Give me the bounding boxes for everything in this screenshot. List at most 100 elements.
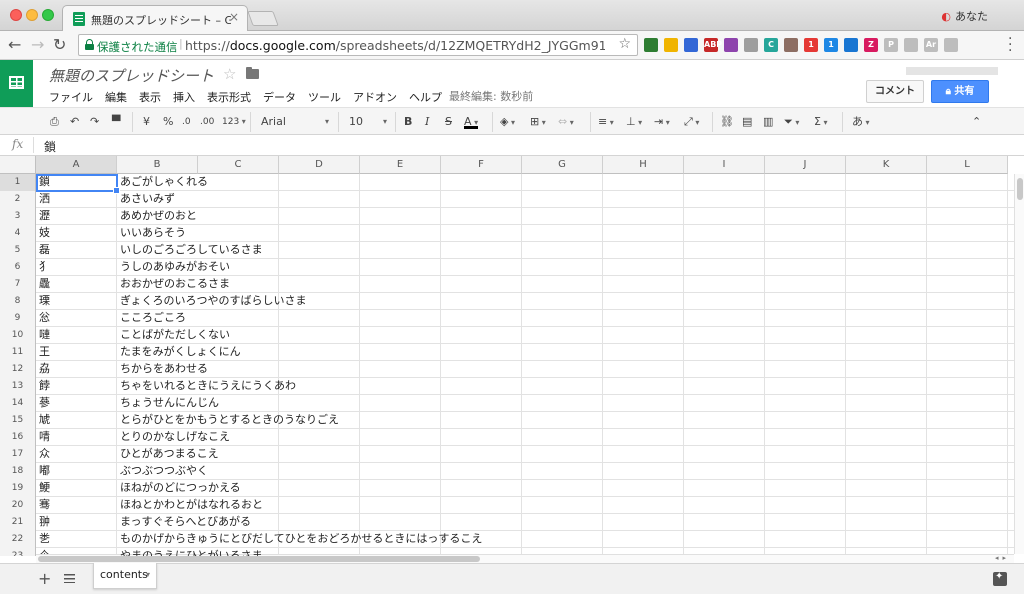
star-document-icon[interactable]: ☆	[223, 65, 236, 83]
cell-b11[interactable]: たまをみがくしょくにん	[117, 344, 241, 361]
cell-e15[interactable]	[360, 412, 441, 429]
extension-c-icon[interactable]: C	[764, 38, 778, 52]
cell-g16[interactable]	[522, 429, 603, 446]
font-family-dropdown[interactable]: Arial ▾	[261, 114, 331, 130]
cell-a13[interactable]: 餑	[36, 378, 117, 395]
column-header-f[interactable]: F	[441, 156, 522, 174]
sheets-home-icon[interactable]	[0, 60, 33, 107]
cell-f9[interactable]	[441, 310, 522, 327]
row-header[interactable]: 20	[0, 497, 36, 514]
comments-button[interactable]: コメント	[866, 80, 924, 103]
cell-i3[interactable]	[684, 208, 765, 225]
cell-e5[interactable]	[360, 242, 441, 259]
extension-ar-icon[interactable]: Ar	[924, 38, 938, 52]
paint-format-icon[interactable]: ▀	[112, 114, 120, 130]
cell-j22[interactable]	[765, 531, 846, 548]
cell-i11[interactable]	[684, 344, 765, 361]
cell-l16[interactable]	[927, 429, 1008, 446]
cell-b12[interactable]: ちからをあわせる	[117, 361, 208, 378]
cell-l5[interactable]	[927, 242, 1008, 259]
cell-l20[interactable]	[927, 497, 1008, 514]
input-tools-button[interactable]: あ	[852, 114, 870, 130]
cell-e20[interactable]	[360, 497, 441, 514]
cell-h17[interactable]	[603, 446, 684, 463]
cell-e9[interactable]	[360, 310, 441, 327]
row-header[interactable]: 6	[0, 259, 36, 276]
cell-a11[interactable]: 王	[36, 344, 117, 361]
cell-k12[interactable]	[846, 361, 927, 378]
cell-e21[interactable]	[360, 514, 441, 531]
cell-f21[interactable]	[441, 514, 522, 531]
extension-purple-icon[interactable]	[724, 38, 738, 52]
row-header[interactable]: 19	[0, 480, 36, 497]
cell-f4[interactable]	[441, 225, 522, 242]
cell-l19[interactable]	[927, 480, 1008, 497]
menu-item-4[interactable]: 表示形式	[207, 89, 251, 105]
cell-b18[interactable]: ぶつぶつつぶやく	[117, 463, 208, 480]
extension-box-icon[interactable]	[784, 38, 798, 52]
cell-h14[interactable]	[603, 395, 684, 412]
extension-globe-icon[interactable]	[844, 38, 858, 52]
cell-j18[interactable]	[765, 463, 846, 480]
cell-e14[interactable]	[360, 395, 441, 412]
back-arrow-icon[interactable]: ←	[8, 35, 21, 54]
cell-j10[interactable]	[765, 327, 846, 344]
cell-l10[interactable]	[927, 327, 1008, 344]
vertical-scroll-thumb[interactable]	[1017, 178, 1023, 200]
decrease-decimal-button[interactable]: .0	[182, 114, 191, 130]
text-wrapping-icon[interactable]: ⇥	[654, 114, 670, 130]
chevron-down-icon[interactable]: ▾	[146, 563, 150, 587]
cell-i20[interactable]	[684, 497, 765, 514]
tab-close-icon[interactable]: ×	[229, 10, 239, 24]
italic-button[interactable]: I	[425, 114, 429, 130]
cell-h9[interactable]	[603, 310, 684, 327]
increase-decimal-button[interactable]: .00	[200, 114, 214, 130]
browser-menu-icon[interactable]: · · ·	[1008, 32, 1014, 58]
cell-l7[interactable]	[927, 276, 1008, 293]
cell-a4[interactable]: 妓	[36, 225, 117, 242]
zoom-window-button[interactable]	[42, 9, 54, 21]
bold-button[interactable]: B	[404, 114, 412, 130]
menu-item-3[interactable]: 挿入	[173, 89, 195, 105]
undo-icon[interactable]: ↶	[70, 114, 79, 130]
text-rotation-icon[interactable]: ⤢	[684, 114, 699, 130]
cell-k17[interactable]	[846, 446, 927, 463]
cell-i12[interactable]	[684, 361, 765, 378]
row-header[interactable]: 11	[0, 344, 36, 361]
address-bar[interactable]: 保護された通信 | https://docs.google.com/spread…	[78, 34, 638, 56]
cell-l15[interactable]	[927, 412, 1008, 429]
cell-g6[interactable]	[522, 259, 603, 276]
forward-arrow-icon[interactable]: →	[31, 35, 44, 54]
cell-k4[interactable]	[846, 225, 927, 242]
more-formats-dropdown[interactable]: 123	[222, 114, 246, 130]
cell-c1[interactable]	[198, 174, 279, 191]
bookmark-star-icon[interactable]: ☆	[618, 36, 631, 52]
row-header[interactable]: 7	[0, 276, 36, 293]
cell-f1[interactable]	[441, 174, 522, 191]
cell-k6[interactable]	[846, 259, 927, 276]
cell-j6[interactable]	[765, 259, 846, 276]
horizontal-align-icon[interactable]: ≡	[598, 114, 614, 130]
cell-i17[interactable]	[684, 446, 765, 463]
menu-item-7[interactable]: アドオン	[353, 89, 397, 105]
cell-l14[interactable]	[927, 395, 1008, 412]
cell-i9[interactable]	[684, 310, 765, 327]
cell-b15[interactable]: とらがひとをかもうとするときのうなりごえ	[117, 412, 339, 429]
cell-b10[interactable]: ことばがただしくない	[117, 327, 230, 344]
cell-d16[interactable]	[279, 429, 360, 446]
cell-l4[interactable]	[927, 225, 1008, 242]
cell-l21[interactable]	[927, 514, 1008, 531]
cell-b19[interactable]: ほねがのどにつっかえる	[117, 480, 241, 497]
cell-l1[interactable]	[927, 174, 1008, 191]
percent-format-button[interactable]: %	[163, 114, 173, 130]
cell-b4[interactable]: いいあらそう	[117, 225, 198, 242]
print-icon[interactable]: ⎙	[50, 114, 59, 130]
cell-f18[interactable]	[441, 463, 522, 480]
cell-d9[interactable]	[279, 310, 360, 327]
cell-l13[interactable]	[927, 378, 1008, 395]
cell-l11[interactable]	[927, 344, 1008, 361]
extension-p-icon[interactable]: P	[884, 38, 898, 52]
cell-a16[interactable]: 啨	[36, 429, 117, 446]
cell-f14[interactable]	[441, 395, 522, 412]
row-header[interactable]: 2	[0, 191, 36, 208]
